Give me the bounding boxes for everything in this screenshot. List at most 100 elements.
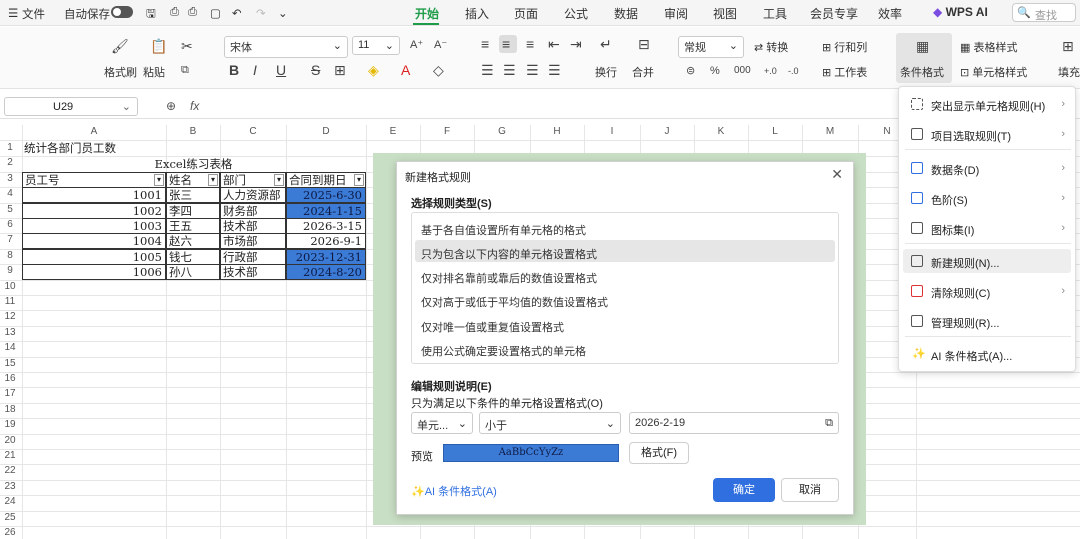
table-cell[interactable]: 王五 (166, 218, 220, 234)
operator-select[interactable]: 小于 ⌄ (479, 412, 621, 434)
table-cell[interactable]: 张三 (166, 187, 220, 204)
column-header[interactable]: G (474, 126, 530, 139)
format-button[interactable]: 格式(F) (629, 442, 689, 464)
table-cell[interactable]: 技术部 (220, 218, 286, 234)
row-header[interactable]: 9 (0, 265, 20, 276)
rule-type-item[interactable]: 仅对唯一值或重复值设置格式 (421, 319, 564, 335)
row-header[interactable]: 1 (0, 142, 20, 153)
contract-date-cell[interactable]: 2023-12-31 (286, 248, 366, 265)
contract-date-cell[interactable]: 2024-1-15 (286, 202, 366, 219)
row-header[interactable]: 7 (0, 234, 20, 245)
align-left-icon[interactable]: ☰ (481, 63, 494, 77)
table-cell[interactable]: 技术部 (220, 264, 286, 281)
row-header[interactable]: 3 (0, 173, 20, 184)
number-format-select[interactable]: 常规 ⌄ (678, 36, 744, 58)
row-header[interactable]: 26 (0, 527, 20, 538)
column-header[interactable]: B (166, 126, 220, 139)
format-painter-icon[interactable]: 🖌 (111, 39, 129, 53)
indent-decrease-icon[interactable]: ⇤ (548, 37, 560, 51)
table-cell[interactable]: 1002 (22, 202, 166, 219)
strikethrough-icon[interactable]: S (311, 63, 320, 77)
range-picker-icon[interactable]: ⧉ (825, 417, 833, 430)
ai-cond-format-link[interactable]: ✨AI 条件格式(A) (411, 483, 497, 499)
table-header-cell[interactable]: 部门 ▾ (220, 171, 286, 188)
row-header[interactable]: 11 (0, 296, 20, 307)
column-header[interactable]: J (640, 126, 694, 139)
tab-data[interactable]: 数据 (614, 5, 638, 22)
paste-label[interactable]: 粘贴 (143, 64, 165, 80)
table-header-cell[interactable]: 姓名 ▾ (166, 171, 220, 188)
value-input[interactable]: 2026-2-19 ⧉ (629, 412, 839, 434)
row-header[interactable]: 2 (0, 157, 20, 168)
fill-icon[interactable]: ⊞ (1062, 39, 1074, 53)
rule-type-item-selected[interactable]: 只为包含以下内容的单元格设置格式 (421, 246, 597, 262)
convert-button[interactable]: ⇄ 转换 (754, 39, 788, 55)
tab-page[interactable]: 页面 (514, 5, 538, 22)
thousands-icon[interactable]: 000 (734, 64, 751, 78)
menu-icon[interactable]: ☰ (8, 6, 18, 20)
menu-item-top-rules[interactable]: 项目选取规则(T) (931, 128, 1011, 144)
table-cell[interactable]: 行政部 (220, 248, 286, 265)
sheet-subtitle[interactable]: Excel练习表格 (22, 157, 365, 172)
column-header[interactable]: I (584, 126, 640, 139)
filter-dropdown-icon[interactable]: ▾ (154, 173, 164, 186)
table-cell[interactable]: 1003 (22, 218, 166, 234)
table-cell[interactable]: 钱七 (166, 248, 220, 265)
align-center-icon[interactable]: ☰ (503, 63, 516, 77)
paste-icon[interactable]: 📋 (150, 39, 167, 53)
row-header[interactable]: 6 (0, 219, 20, 230)
row-header[interactable]: 19 (0, 419, 20, 430)
rule-type-item[interactable]: 使用公式确定要设置格式的单元格 (421, 343, 586, 359)
cancel-button[interactable]: 取消 (781, 478, 839, 502)
column-header[interactable]: E (366, 126, 420, 139)
row-header[interactable]: 14 (0, 342, 20, 353)
fx-icon[interactable]: fx (190, 99, 199, 113)
rule-type-item[interactable]: 基于各自值设置所有单元格的格式 (421, 222, 586, 238)
row-header[interactable]: 8 (0, 250, 20, 261)
increase-font-icon[interactable]: A⁺ (410, 38, 423, 52)
wps-ai-tab[interactable]: ◆ WPS AI (933, 5, 988, 19)
row-header[interactable]: 16 (0, 373, 20, 384)
worksheet-button[interactable]: ⊞ 工作表 (822, 64, 867, 80)
wrap-icon[interactable]: ↵ (600, 37, 612, 51)
filter-dropdown-icon[interactable]: ▾ (208, 173, 218, 186)
italic-icon[interactable]: I (253, 63, 257, 77)
row-header[interactable]: 24 (0, 496, 20, 507)
font-color-icon[interactable]: A (401, 63, 410, 77)
column-header[interactable]: A (22, 126, 166, 139)
align-middle-button[interactable]: ≡ (499, 35, 517, 53)
autosave-toggle[interactable] (111, 6, 133, 18)
underline-icon[interactable]: U (276, 63, 286, 77)
align-bottom-icon[interactable]: ≡ (526, 37, 534, 51)
row-header[interactable]: 13 (0, 327, 20, 338)
row-col-button[interactable]: ⊞ 行和列 (822, 39, 867, 55)
row-header[interactable]: 25 (0, 512, 20, 523)
column-header[interactable]: F (420, 126, 474, 139)
menu-item-icon-sets[interactable]: 图标集(I) (931, 222, 974, 238)
font-size-select[interactable]: 11 ⌄ (352, 36, 400, 55)
column-header[interactable]: K (694, 126, 748, 139)
merge-icon[interactable]: ⊟ (638, 37, 650, 51)
row-header[interactable]: 12 (0, 311, 20, 322)
copy-icon[interactable]: ⧉ (181, 63, 189, 77)
decrease-font-icon[interactable]: A⁻ (434, 38, 447, 52)
fill-label[interactable]: 填充 (1058, 64, 1080, 80)
undo-icon[interactable]: ↶ (232, 6, 242, 20)
menu-item-data-bars[interactable]: 数据条(D) (931, 162, 979, 178)
tab-member[interactable]: 会员专享 (810, 5, 858, 22)
table-header-cell[interactable]: 合同到期日 ▾ (286, 171, 366, 188)
decrease-decimal-icon[interactable]: -.0 (788, 64, 799, 78)
tab-formula[interactable]: 公式 (564, 5, 588, 22)
table-cell[interactable]: 1001 (22, 187, 166, 204)
contract-date-cell[interactable]: 2025-6-30 (286, 187, 366, 204)
indent-increase-icon[interactable]: ⇥ (570, 37, 582, 51)
row-header[interactable]: 23 (0, 481, 20, 492)
row-header[interactable]: 15 (0, 358, 20, 369)
menu-item-clear-rules[interactable]: 清除规则(C) (931, 285, 990, 301)
contract-date-cell[interactable]: 2024-8-20 (286, 264, 366, 281)
contract-date-cell[interactable]: 2026-9-1 (286, 233, 366, 250)
tab-view[interactable]: 视图 (713, 5, 737, 22)
currency-icon[interactable]: ⊜ (686, 64, 695, 78)
table-cell[interactable]: 1006 (22, 264, 166, 281)
table-cell[interactable]: 1005 (22, 248, 166, 265)
